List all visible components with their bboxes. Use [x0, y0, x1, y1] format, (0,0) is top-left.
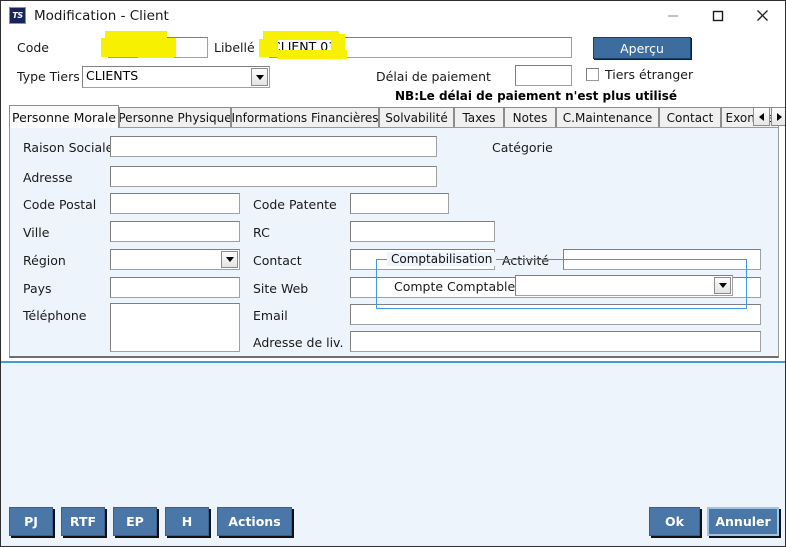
- libelle-input[interactable]: CLIENT 01: [269, 37, 572, 58]
- actions-button[interactable]: Actions: [217, 507, 292, 536]
- rtf-button[interactable]: RTF: [61, 507, 105, 536]
- minimize-icon[interactable]: [650, 1, 695, 30]
- title-bar: TS Modification - Client: [1, 1, 785, 30]
- delai-paiement-input[interactable]: [515, 65, 572, 86]
- ep-button[interactable]: EP: [113, 507, 157, 536]
- ok-button[interactable]: Ok: [649, 507, 700, 536]
- tiers-etranger-label: Tiers étranger: [605, 67, 693, 82]
- chevron-down-icon[interactable]: [221, 251, 238, 268]
- pays-input[interactable]: [110, 277, 240, 298]
- adresse-liv-label: Adresse de liv.: [253, 335, 343, 350]
- site-web-label: Site Web: [253, 281, 308, 296]
- tiers-etranger-checkbox-row[interactable]: Tiers étranger: [586, 67, 693, 82]
- personne-morale-panel: Raison Sociale Adresse Code Postal Ville…: [9, 127, 779, 358]
- categorie-label: Catégorie: [492, 140, 553, 155]
- delai-note-text: NB:Le délai de paiement n'est plus utili…: [395, 89, 677, 103]
- adresse-livraison-input[interactable]: [350, 331, 761, 352]
- region-select[interactable]: [110, 249, 240, 270]
- type-tiers-label: Type Tiers: [17, 69, 80, 84]
- code-patente-label: Code Patente: [253, 197, 337, 212]
- tab-strip: Personne Morale Personne Physique Inform…: [9, 105, 779, 127]
- telephone-label: Téléphone: [23, 308, 86, 323]
- ville-input[interactable]: [110, 221, 240, 242]
- tab-solvabilite[interactable]: Solvabilité: [379, 107, 454, 127]
- tab-personne-morale[interactable]: Personne Morale: [9, 105, 119, 128]
- type-tiers-value: CLIENTS: [86, 68, 138, 83]
- apercu-button[interactable]: Aperçu: [593, 37, 691, 59]
- pays-label: Pays: [23, 281, 52, 296]
- comptabilisation-group-title: Comptabilisation: [387, 252, 496, 266]
- contact-label: Contact: [253, 253, 302, 268]
- close-icon[interactable]: [740, 1, 785, 30]
- region-label: Région: [23, 253, 66, 268]
- rc-label: RC: [253, 225, 270, 240]
- ville-label: Ville: [23, 225, 49, 240]
- maximize-icon[interactable]: [695, 1, 740, 30]
- app-logo-icon: TS: [9, 7, 26, 24]
- compte-comptable-select[interactable]: [515, 275, 733, 296]
- adresse-label: Adresse: [23, 170, 73, 185]
- window-controls: [650, 1, 785, 30]
- tab-notes[interactable]: Notes: [504, 107, 556, 127]
- tab-taxes[interactable]: Taxes: [454, 107, 504, 127]
- tab-c-maintenance[interactable]: C.Maintenance: [556, 107, 659, 127]
- rc-input[interactable]: [350, 221, 495, 242]
- adresse-input[interactable]: [110, 166, 437, 187]
- raison-sociale-input[interactable]: [110, 136, 437, 157]
- tab-scroll-right-icon[interactable]: [771, 107, 786, 126]
- code-patente-input[interactable]: [350, 193, 449, 214]
- libelle-label: Libellé: [214, 40, 255, 55]
- code-postal-input[interactable]: [110, 193, 240, 214]
- tab-scroll-left-icon[interactable]: [753, 107, 770, 126]
- tiers-etranger-checkbox[interactable]: [586, 68, 599, 81]
- comptabilisation-group: Comptabilisation Compte Comptable: [376, 259, 747, 309]
- tab-contact[interactable]: Contact: [659, 107, 721, 127]
- chevron-down-icon[interactable]: [714, 277, 731, 294]
- code-postal-label: Code Postal: [23, 197, 96, 212]
- chevron-down-icon[interactable]: [251, 68, 268, 86]
- tab-personne-physique[interactable]: Personne Physique: [119, 107, 231, 127]
- compte-comptable-label: Compte Comptable: [394, 279, 515, 294]
- code-input-value: CL01: [111, 39, 145, 55]
- type-tiers-select[interactable]: CLIENTS: [82, 66, 270, 88]
- app-logo-text: TS: [12, 12, 22, 20]
- delai-paiement-label: Délai de paiement: [376, 69, 491, 84]
- tab-informations-financieres[interactable]: Informations Financières: [231, 107, 379, 127]
- code-label: Code: [17, 40, 49, 55]
- footer-separator: [1, 361, 785, 363]
- code-input[interactable]: CL01: [108, 37, 208, 58]
- email-label: Email: [253, 308, 288, 323]
- client-modification-window: TS Modification - Client Code CL01 Libel…: [0, 0, 786, 547]
- h-button[interactable]: H: [165, 507, 209, 536]
- telephone-input[interactable]: [110, 303, 240, 352]
- annuler-button[interactable]: Annuler: [707, 507, 779, 536]
- window-title: Modification - Client: [34, 8, 169, 24]
- pj-button[interactable]: PJ: [9, 507, 53, 536]
- raison-sociale-label: Raison Sociale: [23, 140, 113, 155]
